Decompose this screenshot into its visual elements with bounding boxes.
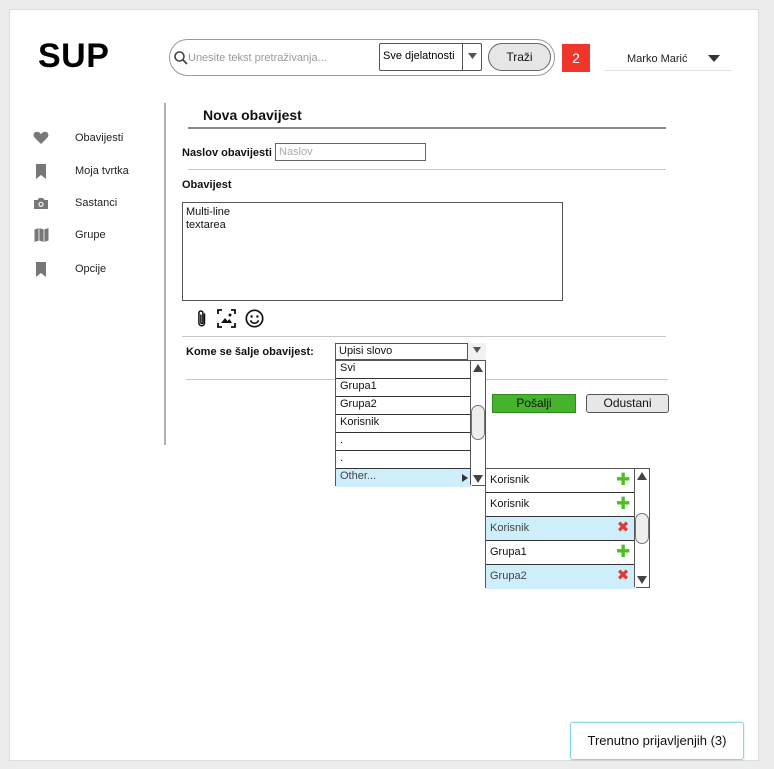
submenu-item-label: Korisnik (490, 522, 530, 534)
sidebar-item-label: Grupe (75, 229, 106, 241)
list-item[interactable]: . (336, 451, 472, 469)
add-icon[interactable]: ✚ (616, 543, 630, 560)
scroll-up-icon[interactable] (473, 364, 483, 372)
map-icon (28, 226, 54, 244)
sidebar-divider (164, 103, 166, 445)
title-underline (188, 127, 666, 129)
online-users-button[interactable]: Trenutno prijavljenjih (3) (570, 722, 744, 760)
camera-icon (28, 194, 54, 212)
search-input[interactable] (188, 49, 378, 67)
submenu-item[interactable]: Korisnik ✖ (486, 517, 636, 541)
recipients-label: Kome se šalje obavijest: (186, 346, 314, 358)
category-select-value: Sve djelatnosti (383, 50, 455, 62)
body-label: Obavijest (182, 179, 232, 191)
remove-icon[interactable]: ✖ (616, 568, 630, 584)
recipients-combobox-value: Upisi slovo (339, 345, 393, 357)
submenu-item[interactable]: Grupa1 ✚ (486, 541, 636, 565)
image-icon[interactable] (216, 308, 236, 328)
list-item-grupa1[interactable]: Grupa1 (336, 379, 472, 397)
submenu-item[interactable]: Grupa2 ✖ (486, 565, 636, 589)
divider (182, 336, 666, 337)
submenu-item[interactable]: Korisnik ✚ (486, 493, 636, 517)
sidebar-item-moja-tvrtka[interactable]: Moja tvrtka (28, 162, 168, 182)
paperclip-icon[interactable] (192, 308, 212, 328)
submenu-item-label: Korisnik (490, 498, 530, 510)
submenu-item-label: Korisnik (490, 474, 530, 486)
scroll-up-icon[interactable] (637, 472, 647, 480)
subject-label: Naslov obavijesti (182, 147, 272, 159)
other-submenu: Korisnik ✚ Korisnik ✚ Korisnik ✖ Grupa1 … (485, 468, 650, 589)
user-menu-underline (604, 70, 732, 71)
submenu-item-label: Grupa1 (490, 546, 527, 558)
app-logo: SUP (38, 37, 110, 75)
category-dropdown-arrow[interactable] (462, 43, 482, 71)
list-item-label: Other... (340, 470, 377, 482)
search-button[interactable]: Traži (488, 43, 551, 71)
bookmark-icon (28, 260, 54, 278)
body-textarea[interactable]: Multi-line textarea (182, 202, 563, 301)
scroll-down-icon[interactable] (473, 475, 483, 483)
scrollbar-thumb[interactable] (471, 405, 485, 440)
sidebar-item-label: Moja tvrtka (75, 165, 129, 177)
sidebar-item-label: Obavijesti (75, 132, 124, 144)
notification-badge[interactable]: 2 (562, 44, 590, 72)
list-item[interactable]: . (336, 433, 472, 451)
page-title: Nova obavijest (203, 107, 302, 123)
sidebar-item-label: Opcije (75, 263, 107, 275)
subject-input[interactable] (275, 143, 426, 161)
add-icon[interactable]: ✚ (616, 471, 630, 488)
submenu-scrollbar[interactable] (634, 469, 649, 587)
list-scrollbar[interactable] (470, 361, 485, 485)
cancel-button[interactable]: Odustani (586, 394, 669, 413)
send-button[interactable]: Pošalji (492, 394, 576, 413)
scrollbar-thumb[interactable] (635, 513, 649, 544)
search-icon (173, 50, 189, 66)
submenu-item-label: Grupa2 (490, 570, 527, 582)
smiley-icon[interactable] (244, 308, 264, 328)
sidebar-item-label: Sastanci (75, 197, 118, 209)
list-item-other[interactable]: Other... (336, 469, 472, 487)
scroll-down-icon[interactable] (637, 576, 647, 584)
remove-icon[interactable]: ✖ (616, 520, 630, 536)
list-item-korisnik[interactable]: Korisnik (336, 415, 472, 433)
sidebar-item-opcije[interactable]: Opcije (28, 260, 168, 280)
list-item-svi[interactable]: Svi (336, 361, 472, 379)
divider (188, 169, 666, 170)
sidebar-item-obavijesti[interactable]: Obavijesti (28, 129, 168, 149)
submenu-item[interactable]: Korisnik ✚ (486, 469, 636, 493)
submenu-arrow-icon (462, 474, 468, 482)
heart-icon (28, 129, 54, 147)
add-icon[interactable]: ✚ (616, 495, 630, 512)
sidebar-item-grupe[interactable]: Grupe (28, 226, 168, 246)
page: SUP Sve djelatnosti Traži 2 Marko Marić … (9, 9, 759, 761)
combobox-dropdown-arrow[interactable] (467, 343, 486, 360)
sidebar-item-sastanci[interactable]: Sastanci (28, 194, 168, 214)
recipients-dropdown-list: Svi Grupa1 Grupa2 Korisnik . . Other... (335, 360, 486, 487)
user-menu-chevron-down-icon[interactable] (708, 55, 720, 62)
bookmark-icon (28, 162, 54, 180)
user-name[interactable]: Marko Marić (627, 53, 688, 65)
list-item-grupa2[interactable]: Grupa2 (336, 397, 472, 415)
